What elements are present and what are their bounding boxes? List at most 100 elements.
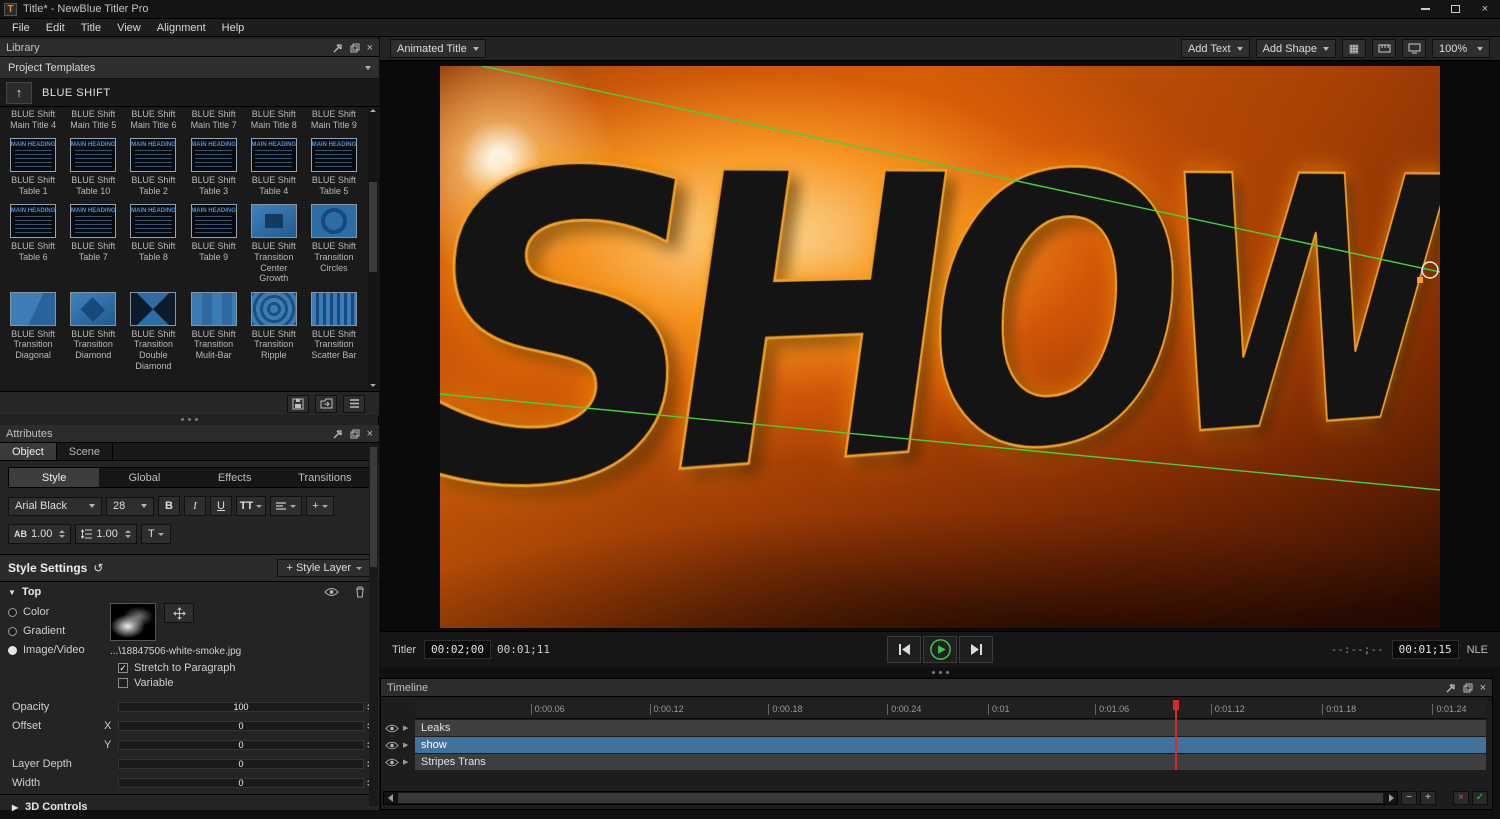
bold-button[interactable]: B: [158, 496, 180, 516]
caps-button[interactable]: TT: [236, 496, 266, 516]
safe-area-button[interactable]: [1372, 39, 1396, 58]
attributes-scrollbar[interactable]: [369, 445, 378, 806]
timeline-hscrollbar[interactable]: [383, 791, 1398, 805]
template-item[interactable]: BLUE Shift Transition Diamond: [64, 292, 122, 371]
menu-edit[interactable]: Edit: [38, 22, 73, 34]
template-item[interactable]: BLUE Shift Main Title 7: [185, 109, 243, 130]
template-item[interactable]: BLUE Shift Transition Circles: [305, 204, 363, 283]
scroll-down-icon[interactable]: [370, 384, 376, 387]
template-item[interactable]: MAIN HEADINGBLUE Shift Table 5: [305, 138, 363, 196]
go-to-end-button[interactable]: [959, 636, 993, 663]
template-item[interactable]: BLUE Shift Main Title 9: [305, 109, 363, 130]
pin-icon[interactable]: [333, 429, 343, 439]
expand-track-icon[interactable]: ▶: [403, 741, 408, 749]
template-item[interactable]: BLUE Shift Main Title 5: [64, 109, 122, 130]
tab-object[interactable]: Object: [0, 443, 57, 460]
underline-button[interactable]: U: [210, 496, 232, 516]
panel-resize-handle[interactable]: [380, 667, 1500, 677]
category-selector[interactable]: Project Templates: [0, 57, 379, 79]
corner-handle[interactable]: [1417, 277, 1423, 283]
expand-track-icon[interactable]: ▶: [403, 758, 408, 766]
current-timecode[interactable]: 00:02;00: [424, 640, 491, 659]
title-preset-select[interactable]: Animated Title: [390, 39, 486, 58]
subtab-effects[interactable]: Effects: [190, 468, 280, 487]
tab-scene[interactable]: Scene: [57, 443, 113, 460]
duplicate-icon[interactable]: [350, 43, 360, 53]
text-options-button[interactable]: T: [141, 524, 171, 544]
subtab-global[interactable]: Global: [99, 468, 189, 487]
visibility-eye-icon[interactable]: [385, 741, 399, 750]
offset-x-slider[interactable]: 0: [118, 721, 364, 731]
reset-style-icon[interactable]: ↺: [93, 561, 103, 575]
cancel-button[interactable]: ×: [1453, 791, 1469, 805]
visibility-eye-icon[interactable]: [385, 758, 399, 767]
track-leaks[interactable]: Leaks: [415, 720, 1486, 736]
variable-checkbox-row[interactable]: Variable: [0, 674, 379, 689]
zoom-select[interactable]: 100%: [1432, 39, 1490, 58]
confirm-button[interactable]: ✓: [1472, 791, 1488, 805]
template-item[interactable]: MAIN HEADINGBLUE Shift Table 4: [245, 138, 303, 196]
template-item[interactable]: BLUE Shift Main Title 8: [245, 109, 303, 130]
expand-track-icon[interactable]: ▶: [403, 724, 408, 732]
subtab-style[interactable]: Style: [9, 468, 99, 487]
close-button[interactable]: ×: [1470, 0, 1500, 18]
alignment-button[interactable]: [270, 496, 302, 516]
grid-toggle-button[interactable]: ▦: [1342, 39, 1366, 58]
library-scrollbar[interactable]: [368, 109, 378, 389]
scroll-right-icon[interactable]: [1385, 792, 1397, 804]
restore-button[interactable]: [1440, 0, 1470, 18]
menu-help[interactable]: Help: [214, 22, 253, 34]
playhead[interactable]: [1175, 700, 1177, 770]
add-text-attribute-button[interactable]: +: [306, 496, 334, 516]
zoom-out-button[interactable]: −: [1401, 791, 1417, 805]
menu-view[interactable]: View: [109, 22, 149, 34]
template-item[interactable]: MAIN HEADINGBLUE Shift Table 7: [64, 204, 122, 283]
image-position-button[interactable]: [164, 603, 194, 623]
timeline-ruler[interactable]: 0:00.06 0:00.12 0:00.18 0:00.24 0:01 0:0…: [415, 700, 1486, 719]
close-panel-icon[interactable]: ×: [1480, 682, 1486, 694]
preview-canvas[interactable]: SHOW: [440, 66, 1440, 628]
template-item[interactable]: BLUE Shift Main Title 4: [4, 109, 62, 130]
menu-alignment[interactable]: Alignment: [149, 22, 214, 34]
spinner-up-icon[interactable]: [125, 530, 131, 533]
scrollbar-thumb[interactable]: [369, 182, 377, 272]
spinner-down-icon[interactable]: [59, 535, 65, 538]
spinner-down-icon[interactable]: [125, 535, 131, 538]
template-item[interactable]: MAIN HEADINGBLUE Shift Table 10: [64, 138, 122, 196]
menu-title[interactable]: Title: [73, 22, 109, 34]
layer-depth-slider[interactable]: 0: [118, 759, 364, 769]
out-timecode[interactable]: 00:01;15: [1392, 640, 1459, 659]
play-button[interactable]: [923, 636, 957, 663]
scroll-left-icon[interactable]: [384, 792, 396, 804]
stretch-checkbox-row[interactable]: ✓ Stretch to Paragraph: [0, 659, 379, 674]
template-item[interactable]: MAIN HEADINGBLUE Shift Table 1: [4, 138, 62, 196]
fill-image-thumbnail[interactable]: [110, 603, 156, 641]
scroll-up-icon[interactable]: [370, 109, 376, 112]
pin-icon[interactable]: [333, 43, 343, 53]
template-item[interactable]: BLUE Shift Transition Mulit-Bar: [185, 292, 243, 371]
pin-icon[interactable]: [1446, 683, 1456, 693]
preview-monitor-button[interactable]: [1402, 39, 1426, 58]
zoom-in-button[interactable]: +: [1420, 791, 1436, 805]
font-family-select[interactable]: Arial Black: [8, 497, 102, 516]
subtab-transitions[interactable]: Transitions: [280, 468, 370, 487]
italic-button[interactable]: I: [184, 496, 206, 516]
add-shape-button[interactable]: Add Shape: [1256, 39, 1336, 58]
template-item[interactable]: BLUE Shift Transition Scatter Bar: [305, 292, 363, 371]
visibility-eye-icon[interactable]: [324, 587, 339, 597]
spinner-up-icon[interactable]: [59, 530, 65, 533]
template-item[interactable]: MAIN HEADINGBLUE Shift Table 3: [185, 138, 243, 196]
minimize-button[interactable]: [1410, 0, 1440, 18]
template-item[interactable]: BLUE Shift Transition Ripple: [245, 292, 303, 371]
offset-y-slider[interactable]: 0: [118, 740, 364, 750]
style-layer-header[interactable]: ▼ Top: [0, 582, 379, 600]
scrollbar-thumb[interactable]: [370, 447, 377, 567]
template-item[interactable]: BLUE Shift Transition Diagonal: [4, 292, 62, 371]
fill-mode-gradient[interactable]: Gradient: [8, 625, 110, 637]
save-template-button[interactable]: [287, 395, 309, 413]
add-style-layer-button[interactable]: + Style Layer: [277, 559, 371, 577]
close-panel-icon[interactable]: ×: [367, 428, 373, 440]
track-show[interactable]: show: [415, 737, 1486, 753]
view-options-button[interactable]: [343, 395, 365, 413]
template-item[interactable]: MAIN HEADINGBLUE Shift Table 6: [4, 204, 62, 283]
